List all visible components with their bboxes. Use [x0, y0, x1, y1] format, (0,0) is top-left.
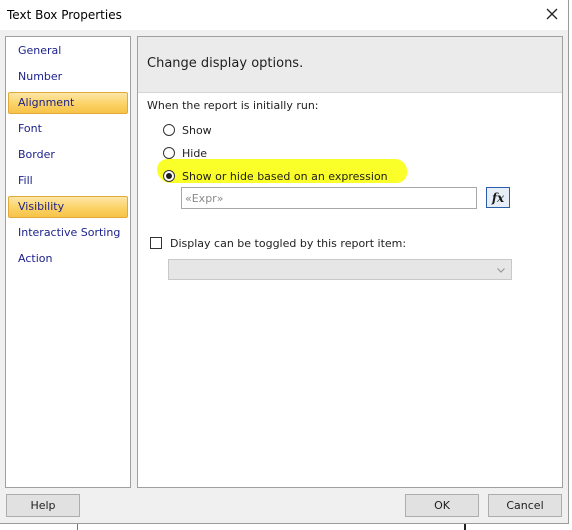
radio-expression[interactable]: Show or hide based on an expression: [163, 167, 388, 185]
content-panel: Change display options. When the report …: [137, 36, 563, 488]
sidebar-item-visibility[interactable]: Visibility: [8, 196, 128, 218]
sidebar-item-font[interactable]: Font: [8, 118, 128, 140]
cancel-button[interactable]: Cancel: [488, 494, 562, 517]
radio-show[interactable]: Show: [163, 121, 212, 139]
sidebar-item-number[interactable]: Number: [8, 66, 128, 88]
content-header: Change display options.: [138, 37, 562, 93]
background-divider: [464, 524, 466, 530]
radio-circle[interactable]: [163, 147, 175, 159]
section-label: When the report is initially run:: [147, 99, 319, 112]
sidebar-item-action[interactable]: Action: [8, 248, 128, 270]
sidebar: General Number Alignment Font Border Fil…: [5, 36, 131, 488]
toggle-option[interactable]: Display can be toggled by this report it…: [150, 235, 406, 251]
toggle-checkbox[interactable]: [150, 237, 162, 249]
sidebar-item-border[interactable]: Border: [8, 144, 128, 166]
close-icon: [546, 8, 558, 20]
sidebar-item-interactive-sorting[interactable]: Interactive Sorting: [8, 222, 128, 244]
page-title: Change display options.: [147, 56, 304, 71]
fx-icon: fx: [491, 190, 505, 205]
radio-expression-label: Show or hide based on an expression: [182, 169, 388, 183]
radio-circle[interactable]: [163, 170, 175, 182]
sidebar-item-alignment[interactable]: Alignment: [8, 92, 128, 114]
radio-hide-label: Hide: [182, 146, 208, 160]
radio-show-label: Show: [182, 123, 212, 137]
help-button[interactable]: Help: [6, 494, 80, 517]
toggle-label: Display can be toggled by this report it…: [170, 236, 407, 250]
text-box-properties-dialog: Text Box Properties General Number Align…: [0, 0, 569, 524]
close-button[interactable]: [537, 0, 567, 28]
ok-button[interactable]: OK: [405, 494, 479, 517]
window-title: Text Box Properties: [7, 8, 122, 22]
sidebar-item-fill[interactable]: Fill: [8, 170, 128, 192]
chevron-down-icon: [497, 268, 505, 273]
title-bar: Text Box Properties: [0, 0, 568, 30]
toggle-item-dropdown[interactable]: [168, 259, 512, 280]
background-divider: [77, 524, 78, 530]
sidebar-item-general[interactable]: General: [8, 40, 128, 62]
radio-circle[interactable]: [163, 124, 175, 136]
expression-input[interactable]: [181, 187, 477, 209]
expression-button[interactable]: fx: [486, 187, 510, 208]
radio-hide[interactable]: Hide: [163, 144, 207, 162]
